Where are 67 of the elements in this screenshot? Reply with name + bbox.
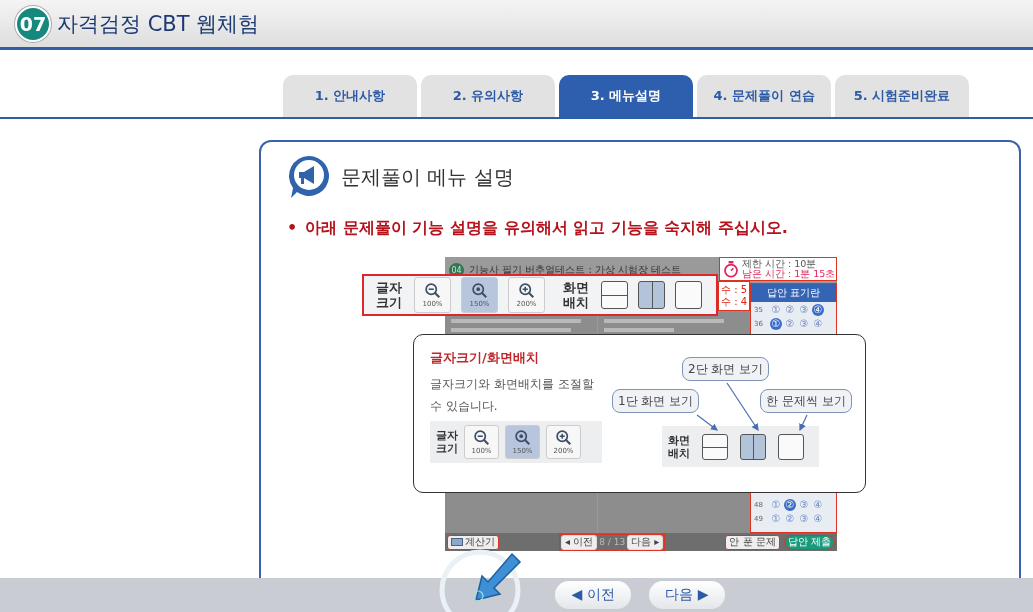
- leader-line: [726, 382, 759, 431]
- calculator-icon: [451, 538, 463, 546]
- answer-choice[interactable]: ①: [770, 318, 782, 330]
- layout-label: 화면 배치: [563, 280, 589, 310]
- font-size-label: 글자 크기: [376, 280, 402, 310]
- instruction-text: • 아래 문제풀이 기능 설명을 유의해서 읽고 기능을 숙지해 주십시오.: [287, 218, 789, 239]
- leader-line: [799, 414, 808, 432]
- answer-choice[interactable]: ④: [812, 304, 824, 316]
- magnifier-icon: [555, 429, 572, 446]
- layout-button[interactable]: [702, 433, 728, 460]
- time-limit: 제한 시간 : 10분: [742, 259, 818, 269]
- answer-choice[interactable]: ①: [770, 499, 782, 511]
- time-remaining: 남은 시간 : 1분 15초: [742, 269, 836, 279]
- unsolved-button[interactable]: 안 푼 문제: [725, 534, 780, 550]
- magnifier-icon: [514, 429, 531, 446]
- callout-bubble: 한 문제씩 보기: [760, 389, 852, 413]
- step-tab[interactable]: 5. 시험준비완료: [835, 75, 969, 117]
- magnifier-icon: [471, 282, 488, 299]
- submit-button[interactable]: 답안 제출: [783, 534, 835, 550]
- popup-description: 글자크기와 화면배치를 조절할 수 있습니다.: [430, 376, 595, 415]
- count-text: 수 : 4: [721, 296, 748, 308]
- calculator-button[interactable]: 계산기: [447, 534, 499, 550]
- page-indicator: 8 / 13: [599, 537, 626, 547]
- answer-choice[interactable]: ①: [770, 304, 782, 316]
- step-tab[interactable]: 3. 메뉴설명: [559, 75, 693, 117]
- answer-choice[interactable]: ③: [798, 304, 810, 316]
- font-size-label: 글자 크기: [436, 429, 458, 455]
- answer-choice[interactable]: ②: [784, 304, 796, 316]
- chapter-badge: 07: [15, 5, 51, 42]
- layout-label: 화면 배치: [668, 433, 690, 460]
- megaphone-icon: [287, 154, 331, 200]
- previous-button[interactable]: ◂ 이전: [561, 534, 598, 550]
- magnifier-icon: [424, 282, 441, 299]
- answer-choice[interactable]: ①: [770, 513, 782, 525]
- callout-bubble: 2단 화면 보기: [682, 357, 770, 381]
- stopwatch-icon: [723, 260, 739, 278]
- next-button[interactable]: 다음 ▶: [649, 581, 725, 609]
- callout-bubble: 1단 화면 보기: [612, 389, 700, 413]
- page-title: 자격검정 CBT 웹체험: [57, 10, 260, 38]
- layout-button[interactable]: [740, 433, 766, 460]
- section-title: 문제풀이 메뉴 설명: [341, 163, 514, 191]
- layout-button[interactable]: [638, 281, 665, 309]
- leader-line: [696, 414, 718, 431]
- exam-title: 기능사 필기 버추얼테스트 : 가상 시험장 테스트: [469, 263, 682, 277]
- step-tab[interactable]: 4. 문제풀이 연습: [697, 75, 831, 117]
- answer-choice[interactable]: ③: [798, 499, 810, 511]
- answer-choice[interactable]: ③: [798, 318, 810, 330]
- answer-choice[interactable]: ④: [812, 318, 824, 330]
- step-tab[interactable]: 2. 유의사항: [421, 75, 555, 117]
- layout-button[interactable]: [778, 433, 804, 460]
- count-text: 수 : 5: [721, 284, 748, 296]
- answer-choice[interactable]: ④: [812, 499, 824, 511]
- answer-choice[interactable]: ②: [784, 499, 796, 511]
- previous-button[interactable]: ◀ 이전: [555, 581, 631, 609]
- answer-sheet-title: 답안 표기란: [751, 284, 836, 302]
- answer-choice[interactable]: ②: [784, 318, 796, 330]
- magnifier-icon: [473, 429, 490, 446]
- answer-choice[interactable]: ④: [812, 513, 824, 525]
- layout-button[interactable]: [601, 281, 628, 309]
- step-tab[interactable]: 1. 안내사항: [283, 75, 417, 117]
- answer-choice[interactable]: ③: [798, 513, 810, 525]
- next-button[interactable]: 다음 ▸: [627, 534, 664, 550]
- arrow-cursor-icon: [438, 548, 522, 612]
- magnifier-icon: [518, 282, 535, 299]
- layout-button[interactable]: [675, 281, 702, 309]
- popup-title: 글자크기/화면배치: [430, 349, 540, 367]
- answer-choice[interactable]: ②: [784, 513, 796, 525]
